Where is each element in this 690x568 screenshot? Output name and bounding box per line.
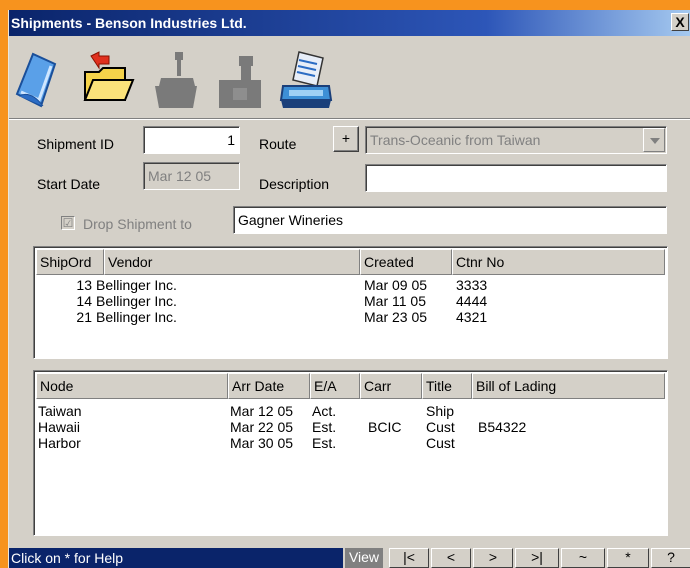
route-label: Route xyxy=(259,136,297,152)
toolbar-divider xyxy=(9,118,690,120)
column-header-node[interactable]: Node xyxy=(36,373,228,399)
shipment-id-field[interactable]: 1 xyxy=(143,126,240,154)
window-title: Shipments - Benson Industries Ltd. xyxy=(11,15,247,31)
route-selected-value: Trans-Oceanic from Taiwan xyxy=(370,132,541,148)
drop-shipment-field[interactable]: Gagner Wineries xyxy=(233,206,667,234)
column-header-carr[interactable]: Carr xyxy=(360,373,422,399)
e-a-cell: Act. xyxy=(312,403,337,419)
table-row[interactable]: 14 Bellinger Inc. Mar 11 05 4444 xyxy=(36,293,665,309)
tilde-button[interactable]: ~ xyxy=(561,548,605,568)
nodes-table-header: Node Arr Date E/A Carr Title Bill of Lad… xyxy=(36,373,665,399)
created-cell: Mar 23 05 xyxy=(364,309,428,325)
shipments-window: Shipments - Benson Industries Ltd. X Shi… xyxy=(8,10,690,568)
vendor-cell: Bellinger Inc. xyxy=(96,293,177,309)
print-report-icon xyxy=(279,51,333,108)
orders-table[interactable]: ShipOrd Vendor Created Ctnr No 13 Bellin… xyxy=(33,246,668,359)
arr-date-cell: Mar 22 05 xyxy=(230,419,294,435)
last-record-button[interactable]: >| xyxy=(515,548,559,568)
table-row[interactable]: Harbor Mar 30 05 Est. Cust xyxy=(36,435,665,451)
nodes-table[interactable]: Node Arr Date E/A Carr Title Bill of Lad… xyxy=(33,370,668,536)
node-cell: Hawaii xyxy=(38,419,81,435)
e-a-cell: Est. xyxy=(312,435,337,451)
e-a-cell: Est. xyxy=(312,419,337,435)
title-cell: Cust xyxy=(426,435,455,451)
arr-date-cell: Mar 12 05 xyxy=(230,403,294,419)
description-label: Description xyxy=(259,176,330,192)
document-icon xyxy=(15,52,57,108)
table-row[interactable]: 21 Bellinger Inc. Mar 23 05 4321 xyxy=(36,309,665,325)
shiprd-cell: 13 xyxy=(76,277,92,293)
column-header-shiprd[interactable]: ShipOrd xyxy=(36,249,104,275)
carr-cell: BCIC xyxy=(368,419,402,435)
arr-date-cell: Mar 30 05 xyxy=(230,435,294,451)
node-cell: Harbor xyxy=(38,435,81,451)
ctnr-no-cell: 4321 xyxy=(456,309,488,325)
drop-shipment-checkbox[interactable]: ☑ xyxy=(61,216,75,230)
column-header-e-a[interactable]: E/A xyxy=(310,373,360,399)
column-header-bill-of-lading[interactable]: Bill of Lading xyxy=(472,373,665,399)
open-folder-button[interactable] xyxy=(79,50,137,112)
title-cell: Cust xyxy=(426,419,455,435)
shipment-id-label: Shipment ID xyxy=(37,136,115,152)
node-cell: Taiwan xyxy=(38,403,82,419)
vendor-cell: Bellinger Inc. xyxy=(96,277,177,293)
asterisk-button[interactable]: * xyxy=(607,548,649,568)
vendor-cell: Bellinger Inc. xyxy=(96,309,177,325)
column-header-title[interactable]: Title xyxy=(422,373,472,399)
ctnr-no-cell: 4444 xyxy=(456,293,488,309)
shipment-icon xyxy=(219,56,261,108)
print-report-button[interactable] xyxy=(277,50,335,112)
ctnr-no-cell: 3333 xyxy=(456,277,488,293)
first-record-button[interactable]: |< xyxy=(389,548,429,568)
created-cell: Mar 11 05 xyxy=(364,293,426,309)
open-folder-icon xyxy=(83,51,135,101)
add-route-button[interactable]: + xyxy=(333,126,359,152)
previous-record-button[interactable]: < xyxy=(431,548,471,568)
drop-shipment-label: Drop Shipment to xyxy=(83,216,192,232)
view-button[interactable]: View xyxy=(345,548,383,568)
column-header-created[interactable]: Created xyxy=(360,249,452,275)
status-bar: Click on * for Help View |< < > >| ~ * ? xyxy=(9,546,690,568)
next-record-button[interactable]: > xyxy=(473,548,513,568)
table-row[interactable]: 13 Bellinger Inc. Mar 09 05 3333 xyxy=(36,277,665,293)
bill-of-lading-cell: B54322 xyxy=(478,419,527,435)
close-button[interactable]: X xyxy=(671,13,689,31)
weigh-scale-icon xyxy=(155,52,197,108)
start-date-field[interactable]: Mar 12 05 xyxy=(143,162,240,190)
shipment-button[interactable] xyxy=(211,50,269,112)
chevron-down-icon[interactable] xyxy=(643,128,665,152)
route-select[interactable]: Trans-Oceanic from Taiwan xyxy=(365,126,667,154)
shiprd-cell: 14 xyxy=(76,293,92,309)
title-cell: Ship xyxy=(426,403,455,419)
column-header-ctnr-no[interactable]: Ctnr No xyxy=(452,249,665,275)
table-row[interactable]: Hawaii Mar 22 05 Est. BCIC Cust B54322 xyxy=(36,419,665,435)
weigh-button[interactable] xyxy=(145,50,203,112)
created-cell: Mar 09 05 xyxy=(364,277,428,293)
title-bar: Shipments - Benson Industries Ltd. X xyxy=(9,10,690,36)
column-header-vendor[interactable]: Vendor xyxy=(104,249,360,275)
description-field[interactable] xyxy=(365,164,667,192)
new-document-button[interactable] xyxy=(11,50,69,112)
help-hint: Click on * for Help xyxy=(9,548,343,568)
table-row[interactable]: Taiwan Mar 12 05 Act. Ship xyxy=(36,403,665,419)
column-header-arr-date[interactable]: Arr Date xyxy=(228,373,310,399)
shiprd-cell: 21 xyxy=(76,309,92,325)
help-button[interactable]: ? xyxy=(651,548,690,568)
toolbar xyxy=(9,36,690,120)
orders-table-header: ShipOrd Vendor Created Ctnr No xyxy=(36,249,665,275)
start-date-label: Start Date xyxy=(37,176,101,192)
